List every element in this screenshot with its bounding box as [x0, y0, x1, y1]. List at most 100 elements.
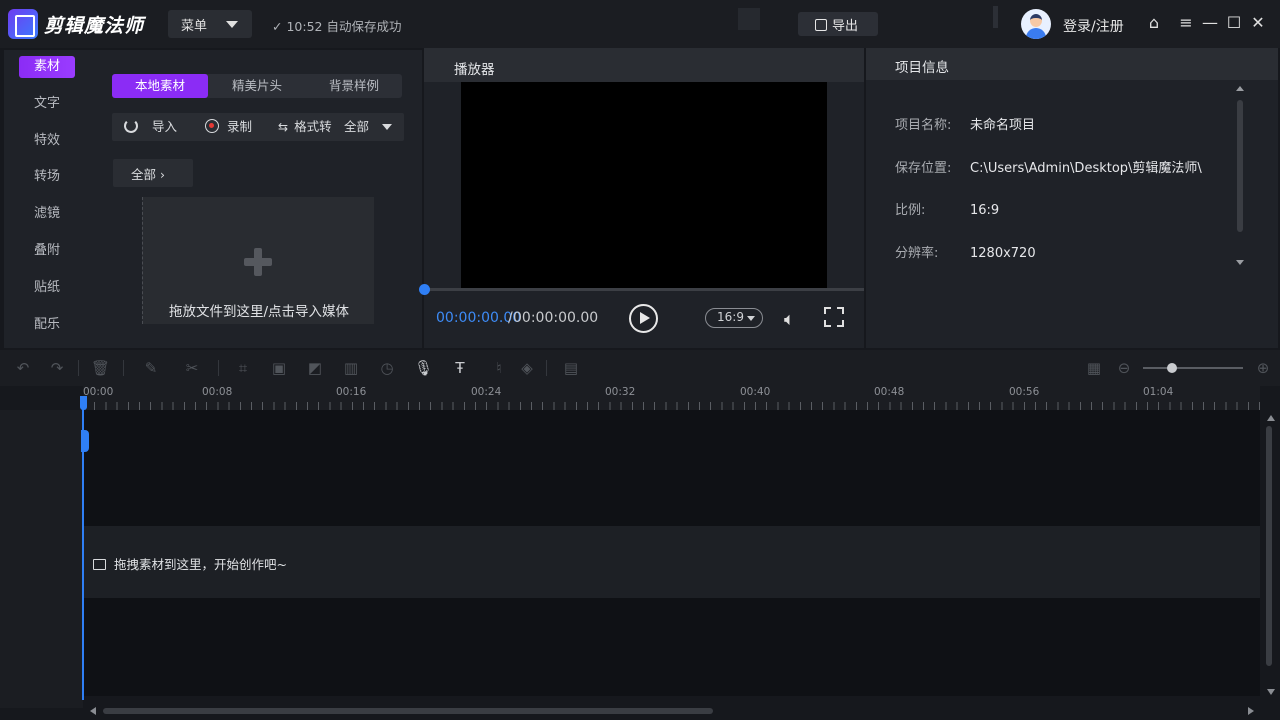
- info-key: 项目名称:: [895, 118, 952, 133]
- delete-icon[interactable]: 🗑︎: [91, 359, 110, 377]
- hamburger-menu-icon[interactable]: ≡: [1177, 14, 1195, 32]
- tick-label: 00:40: [740, 386, 771, 398]
- format-select[interactable]: 全部: [344, 113, 404, 141]
- timeline-drop-hint: 拖拽素材到这里，开始创作吧~: [93, 554, 287, 573]
- tab-backgrounds[interactable]: 背景样例: [306, 74, 402, 98]
- playhead-handle[interactable]: [81, 430, 89, 452]
- tab-local-media[interactable]: 本地素材: [112, 74, 208, 98]
- import-button[interactable]: 导入: [124, 113, 177, 141]
- image-icon[interactable]: ◩: [306, 359, 324, 377]
- record-button[interactable]: 录制: [205, 113, 252, 141]
- menu-button[interactable]: 菜单: [168, 10, 252, 38]
- caret-down-icon: [747, 316, 755, 321]
- aspect-ratio-select[interactable]: 16:9: [705, 308, 763, 328]
- undo-icon[interactable]: ↶: [14, 359, 32, 377]
- edit-icon[interactable]: ✎: [142, 359, 160, 377]
- media-toolbar: 导入 录制 ⇆ 格式转 全部: [112, 113, 404, 141]
- minimize-icon[interactable]: —: [1201, 14, 1219, 32]
- progress-knob[interactable]: [419, 284, 430, 295]
- timeline-vertical-scrollbar[interactable]: [1266, 426, 1272, 666]
- avatar[interactable]: [1021, 9, 1051, 39]
- speed-icon[interactable]: ◷: [378, 359, 396, 377]
- filter-all-button[interactable]: 全部 ›: [113, 159, 193, 187]
- nav-item-filters[interactable]: 滤镜: [19, 203, 75, 225]
- divider: [993, 6, 998, 28]
- record-label: 录制: [227, 119, 253, 134]
- tick-label: 00:00: [83, 386, 114, 398]
- text-to-speech-icon[interactable]: Ŧ: [451, 359, 469, 377]
- scroll-left-icon[interactable]: [90, 707, 96, 715]
- zoom-slider[interactable]: [1143, 367, 1243, 369]
- progress-bar[interactable]: [424, 288, 864, 291]
- tick-label: 00:48: [874, 386, 905, 398]
- redo-icon[interactable]: ↷: [48, 359, 66, 377]
- info-value: 未命名项目: [970, 118, 1036, 133]
- nav-item-effects[interactable]: 特效: [19, 130, 75, 152]
- zoom-slider-knob[interactable]: [1167, 363, 1177, 373]
- media-panel: 本地素材 精美片头 背景样例 导入 录制 ⇆ 格式转 全部 全部 › 拖放文件到这…: [92, 50, 422, 348]
- zoom-out-icon[interactable]: ⊖: [1115, 359, 1133, 377]
- split-icon[interactable]: ✂: [183, 359, 201, 377]
- autosave-status: ✓ 10:52 自动保存成功: [272, 16, 402, 35]
- login-link[interactable]: 登录/注册: [1063, 16, 1124, 36]
- fullscreen-icon[interactable]: [824, 307, 844, 327]
- mosaic-icon[interactable]: ▣: [270, 359, 288, 377]
- project-info-panel: 项目信息 项目名称: 未命名项目 保存位置: C:\Users\Admin\Desk…: [866, 48, 1278, 348]
- track-headers: [0, 410, 83, 708]
- scroll-down-icon[interactable]: [1267, 689, 1275, 695]
- time-ruler[interactable]: 00:00 00:08 00:16 00:24 00:32 00:40 00:4…: [83, 386, 1260, 410]
- export-button[interactable]: 导出: [798, 12, 878, 36]
- player-panel: 播放器 00:00:00.00 / 00:00:00.00 16:9 🔈︎: [419, 48, 864, 348]
- nav-item-material[interactable]: 素材: [19, 56, 75, 78]
- nav-item-transitions[interactable]: 转场: [19, 166, 75, 188]
- autosave-time: 10:52: [286, 19, 323, 34]
- zoom-in-icon[interactable]: ⊕: [1254, 359, 1272, 377]
- scroll-up-icon[interactable]: [1236, 86, 1244, 91]
- info-value: 16:9: [970, 203, 1000, 218]
- app-title: 剪辑魔法师: [44, 15, 145, 37]
- video-track[interactable]: [83, 410, 1260, 526]
- close-icon[interactable]: ✕: [1249, 14, 1267, 32]
- format-convert-button[interactable]: ⇆ 格式转: [278, 113, 332, 141]
- home-icon[interactable]: ⌂: [1145, 14, 1163, 32]
- convert-label: 格式转: [294, 119, 332, 134]
- scroll-down-icon[interactable]: [1236, 260, 1244, 265]
- time-separator: /: [508, 310, 513, 326]
- scroll-up-icon[interactable]: [1267, 415, 1275, 421]
- aspect-ratio-value: 16:9: [717, 310, 744, 324]
- timeline: 00:00 00:08 00:16 00:24 00:32 00:40 00:4…: [0, 386, 1280, 720]
- caret-down-icon: [226, 21, 238, 28]
- nav-item-stickers[interactable]: 贴纸: [19, 277, 75, 299]
- nav-item-text[interactable]: 文字: [19, 93, 75, 115]
- audio-track[interactable]: [83, 598, 1260, 696]
- fit-timeline-icon[interactable]: ▦: [1085, 359, 1103, 377]
- info-scrollbar[interactable]: [1237, 100, 1243, 232]
- nav-item-overlay[interactable]: 叠附: [19, 240, 75, 262]
- tab-intros[interactable]: 精美片头: [209, 74, 305, 98]
- tick-label: 00:08: [202, 386, 233, 398]
- autosave-text: 自动保存成功: [326, 19, 402, 34]
- media-tabs: 本地素材 精美片头 背景样例: [112, 74, 402, 98]
- info-row-name: 项目名称: 未命名项目: [895, 114, 1035, 133]
- nav-item-music[interactable]: 配乐: [19, 314, 75, 336]
- play-button[interactable]: [629, 304, 658, 333]
- crop-icon[interactable]: ⌗: [234, 359, 252, 377]
- volume-icon[interactable]: 🔈︎: [784, 309, 795, 330]
- audio-wave-icon[interactable]: ▥: [342, 359, 360, 377]
- export-label: 导出: [832, 19, 859, 34]
- microphone-icon[interactable]: 🎙︎: [414, 359, 433, 377]
- video-preview[interactable]: [461, 82, 827, 288]
- voice-change-icon[interactable]: ♮: [490, 359, 508, 377]
- playhead-marker[interactable]: [80, 396, 87, 410]
- scroll-right-icon[interactable]: [1248, 707, 1254, 715]
- filmstrip-icon[interactable]: ▤: [562, 359, 580, 377]
- media-dropzone[interactable]: 拖放文件到这里/点击导入媒体: [142, 197, 374, 324]
- import-label: 导入: [152, 119, 178, 134]
- timeline-horizontal-scrollbar[interactable]: [103, 708, 713, 714]
- chevron-right-icon: ›: [160, 167, 165, 182]
- export-icon: [815, 19, 827, 31]
- placeholder-button[interactable]: [738, 8, 760, 30]
- record-icon: [205, 119, 219, 133]
- keyframe-icon[interactable]: ◈: [518, 359, 536, 377]
- maximize-icon[interactable]: ☐: [1225, 14, 1243, 32]
